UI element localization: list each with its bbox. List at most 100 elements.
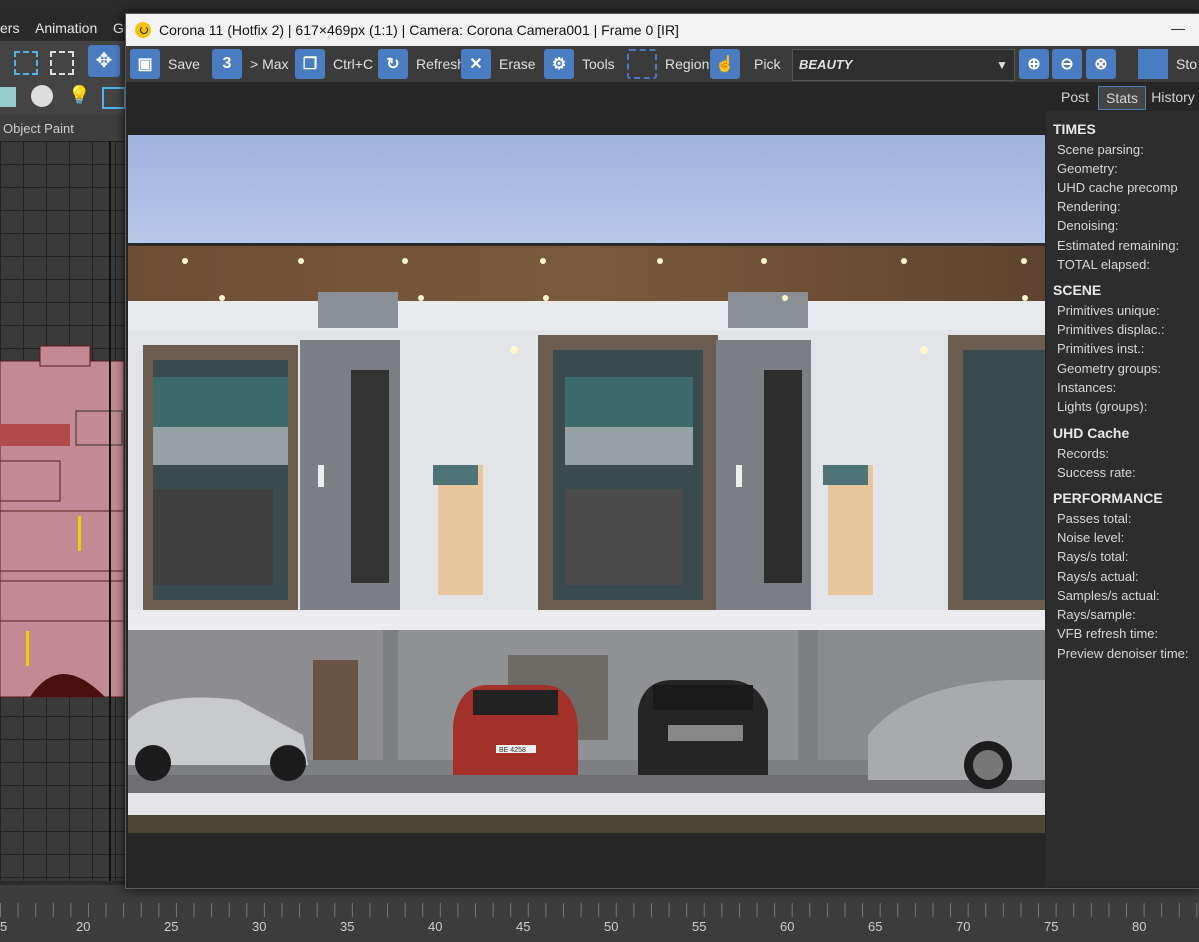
stat-total-elapsed: TOTAL elapsed: — [1057, 257, 1150, 272]
vfb-titlebar[interactable]: Corona 11 (Hotfix 2) | 617×469px (1:1) |… — [126, 14, 1199, 46]
erase-button[interactable]: ✕ Erase — [461, 48, 536, 80]
stat-estimated-remaining: Estimated remaining: — [1057, 238, 1180, 253]
tools-label: Tools — [582, 56, 615, 72]
minimize-button[interactable]: — — [1170, 20, 1186, 36]
corona-vfb-window: Corona 11 (Hotfix 2) | 617×469px (1:1) |… — [125, 13, 1199, 889]
timeline-tick: 50 — [604, 919, 619, 934]
pick-label: Pick — [754, 56, 781, 72]
layers-icon[interactable] — [0, 87, 16, 107]
stat-geometry: Geometry: — [1057, 161, 1118, 176]
move-icon[interactable]: ✥ — [88, 45, 120, 77]
section-uhd-cache: UHD Cache — [1053, 425, 1130, 441]
stat-preview-denoiser-time: Preview denoiser time: — [1057, 646, 1189, 661]
timeline-tick: 25 — [164, 919, 179, 934]
refresh-icon: ↻ — [378, 49, 408, 79]
stat-rays-total: Rays/s total: — [1057, 549, 1129, 564]
timeline-tick: 75 — [1044, 919, 1059, 934]
zoom-in-button[interactable]: ⊕ — [1019, 48, 1049, 80]
timeline-tick: 45 — [516, 919, 531, 934]
tab-post[interactable]: Post — [1052, 86, 1098, 108]
pick-button[interactable]: ☝ Pick — [710, 48, 780, 80]
tab-history[interactable]: History — [1146, 86, 1199, 108]
zoom-in-icon: ⊕ — [1019, 49, 1049, 79]
stat-samples-actual: Samples/s actual: — [1057, 588, 1160, 603]
stat-scene-parsing: Scene parsing: — [1057, 142, 1144, 157]
stat-lights-groups: Lights (groups): — [1057, 399, 1148, 414]
copy-icon: ❐ — [295, 49, 325, 79]
refresh-label: Refresh — [416, 56, 466, 72]
light-bulb-icon[interactable]: 💡 — [68, 85, 90, 107]
gear-icon: ⚙ — [544, 49, 574, 79]
stats-panel: TIMES Scene parsing: Geometry: UHD cache… — [1046, 111, 1199, 887]
license-plate: BE 4258 — [499, 747, 526, 754]
max-menubar: ers Animation Gr — [0, 13, 130, 41]
timeline-tick: 20 — [76, 919, 91, 934]
object-paint-bar: Object Paint — [0, 115, 130, 141]
copy-label: Ctrl+C — [333, 56, 374, 72]
menu-item-animation[interactable]: Animation — [35, 20, 97, 36]
section-scene: SCENE — [1053, 282, 1102, 298]
stat-denoising: Denoising: — [1057, 218, 1119, 233]
render-area[interactable]: BE 4258 — [128, 82, 1045, 886]
object-paint-label[interactable]: Object Paint — [3, 121, 74, 136]
chevron-down-icon[interactable]: ▼ — [992, 54, 1012, 76]
timeline-tick: 35 — [340, 919, 355, 934]
stat-passes-total: Passes total: — [1057, 511, 1132, 526]
timeline-tick: 5 — [0, 919, 8, 934]
send-to-max-button[interactable]: 3 > Max — [212, 48, 289, 80]
tools-button[interactable]: ⚙ Tools — [544, 48, 615, 80]
erase-label: Erase — [499, 56, 536, 72]
select-region-icon[interactable] — [14, 51, 38, 75]
stat-vfb-refresh-time: VFB refresh time: — [1057, 626, 1159, 641]
vfb-side-tabs: Post Stats History — [1046, 82, 1199, 110]
stop-icon — [1138, 49, 1168, 79]
stat-noise-level: Noise level: — [1057, 530, 1125, 545]
render-image: BE 4258 — [128, 135, 1045, 833]
menu-item-modifiers[interactable]: ers — [0, 20, 19, 36]
stat-uhd-precomp: UHD cache precomp — [1057, 180, 1178, 195]
copy-button[interactable]: ❐ Ctrl+C — [295, 48, 373, 80]
save-button[interactable]: ▣ Save — [130, 48, 200, 80]
zoom-out-icon: ⊖ — [1052, 49, 1082, 79]
render-frame-icon[interactable] — [102, 87, 126, 109]
timeline-tick: 70 — [956, 919, 971, 934]
timeline-ruler[interactable] — [0, 903, 1199, 917]
vfb-toolbar: ▣ Save 3 > Max ❐ Ctrl+C ↻ Refresh ✕ Eras… — [126, 46, 1199, 82]
material-editor-icon[interactable] — [31, 85, 53, 107]
region-button[interactable]: Region — [627, 48, 709, 80]
stat-rays-per-sample: Rays/sample: — [1057, 607, 1136, 622]
viewport-model-preview — [0, 141, 125, 881]
number-3-icon: 3 — [212, 49, 242, 79]
refresh-button[interactable]: ↻ Refresh — [378, 48, 465, 80]
stat-instances: Instances: — [1057, 380, 1117, 395]
max-viewport[interactable] — [0, 141, 126, 881]
timeline-tick: 40 — [428, 919, 443, 934]
erase-icon: ✕ — [461, 49, 491, 79]
zoom-reset-button[interactable]: ⊗ — [1086, 48, 1116, 80]
save-icon: ▣ — [130, 49, 160, 79]
timeline-tick: 60 — [780, 919, 795, 934]
max-timeline[interactable]: 5 20 25 30 35 40 45 50 55 60 65 70 75 80 — [0, 885, 1199, 942]
section-times: TIMES — [1053, 121, 1096, 137]
timeline-tick: 80 — [1132, 919, 1147, 934]
stop-label: Sto — [1176, 56, 1198, 72]
stat-primitives-inst: Primitives inst.: — [1057, 341, 1145, 356]
window-crossing-icon[interactable] — [50, 51, 74, 75]
max-main-toolbar: ✥ — [0, 41, 130, 81]
stop-button[interactable]: Sto — [1138, 48, 1197, 80]
stat-primitives-displac: Primitives displac.: — [1057, 322, 1165, 337]
region-icon — [627, 49, 657, 79]
save-label: Save — [168, 56, 200, 72]
section-performance: PERFORMANCE — [1053, 490, 1163, 506]
send-to-max-label: > Max — [250, 56, 289, 72]
zoom-reset-icon: ⊗ — [1086, 49, 1116, 79]
tab-stats[interactable]: Stats — [1098, 86, 1146, 110]
stat-success-rate: Success rate: — [1057, 465, 1136, 480]
stat-rendering: Rendering: — [1057, 199, 1121, 214]
zoom-out-button[interactable]: ⊖ — [1052, 48, 1082, 80]
corona-logo-icon — [135, 22, 151, 38]
render-element-value: BEAUTY — [799, 57, 853, 72]
pointer-icon: ☝ — [710, 49, 740, 79]
timeline-tick: 65 — [868, 919, 883, 934]
render-element-dropdown[interactable]: BEAUTY ▼ — [792, 49, 1015, 81]
